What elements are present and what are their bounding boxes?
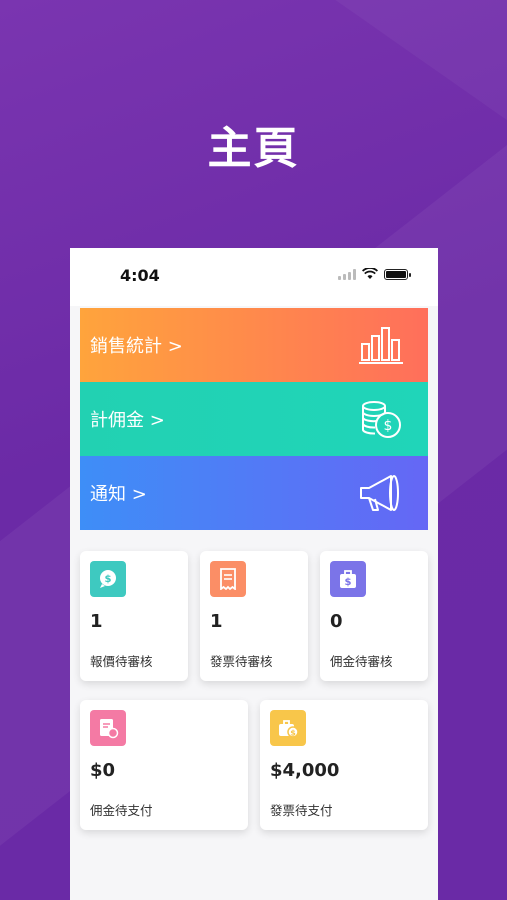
battery-icon [384, 268, 411, 280]
notifications-label: 通知 > [90, 484, 147, 505]
phone-screen: 4:04 銷售統計 > 計佣金 > $ 通知 > $ 1 報價待審核 1 發票待… [70, 248, 438, 900]
page-title: 主頁 [207, 123, 300, 174]
invoice-pending-payment-card[interactable]: $ $4,000 發票待支付 [260, 700, 428, 830]
wifi-icon [362, 268, 378, 279]
invoice-pending-review-count: 1 [210, 611, 223, 632]
receipt-icon [210, 561, 246, 597]
commission-pending-payment-card[interactable]: $0 佣金待支付 [80, 700, 248, 830]
commission-pending-payment-label: 佣金待支付 [90, 803, 153, 818]
svg-text:$: $ [105, 574, 112, 585]
bar-chart-icon [359, 327, 403, 364]
megaphone-icon [360, 475, 399, 511]
commission-pending-review-card[interactable]: $ 0 佣金待審核 [320, 551, 428, 681]
commission-pending-review-count: 0 [330, 611, 343, 632]
invoice-refresh-icon [90, 710, 126, 746]
dollar-chat-icon: $ [90, 561, 126, 597]
commission-pending-payment-amount: $0 [90, 760, 116, 781]
commission-label: 計佣金 > [90, 410, 165, 431]
signal-icon [338, 268, 356, 280]
invoice-pending-review-label: 發票待審核 [210, 654, 273, 669]
svg-text:$: $ [290, 729, 296, 738]
notifications-banner[interactable]: 通知 > [80, 456, 428, 530]
quote-pending-count: 1 [90, 611, 103, 632]
sales-stats-banner[interactable]: 銷售統計 > [80, 308, 428, 382]
svg-text:$: $ [384, 418, 393, 434]
invoice-pending-payment-label: 發票待支付 [270, 803, 333, 818]
status-bar: 4:04 [70, 248, 438, 306]
coins-icon: $ [362, 401, 401, 438]
quote-pending-label: 報價待審核 [90, 654, 153, 669]
status-icons [338, 268, 411, 280]
sales-stats-label: 銷售統計 > [90, 336, 183, 357]
quote-pending-card[interactable]: $ 1 報價待審核 [80, 551, 188, 681]
svg-text:$: $ [345, 577, 352, 588]
commission-banner[interactable]: 計佣金 > $ [80, 382, 428, 456]
commission-pending-review-label: 佣金待審核 [330, 654, 393, 669]
money-bag-icon: $ [330, 561, 366, 597]
status-time: 4:04 [120, 266, 160, 285]
invoice-pending-payment-amount: $4,000 [270, 760, 340, 781]
invoice-pending-review-card[interactable]: 1 發票待審核 [200, 551, 308, 681]
briefcase-dollar-icon: $ [270, 710, 306, 746]
